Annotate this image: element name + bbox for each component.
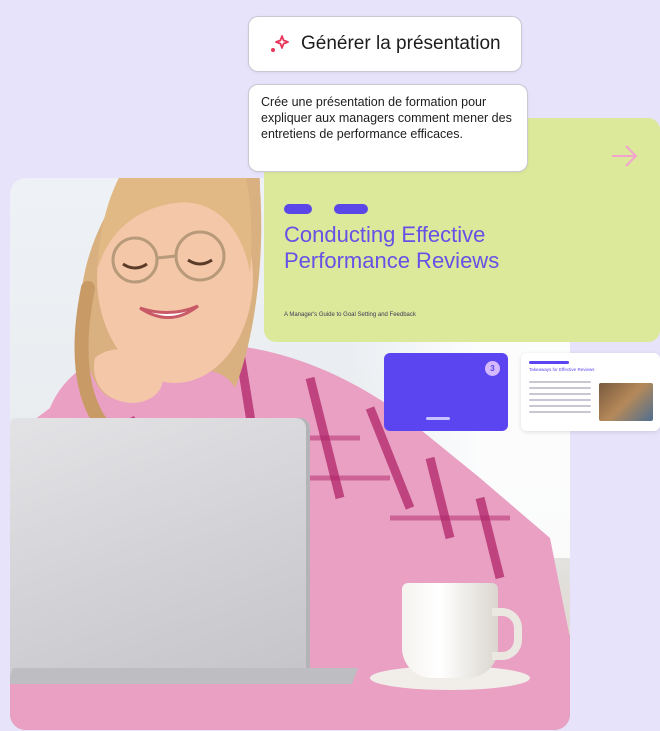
slide-tag	[284, 204, 312, 214]
thumbnail-title: Takeaways for Effective Reviews	[529, 367, 595, 372]
slide-tag	[334, 204, 368, 214]
slide-title: Conducting Effective Performance Reviews	[284, 222, 500, 273]
generate-presentation-button[interactable]: Générer la présentation	[248, 16, 522, 72]
laptop-base	[10, 668, 358, 684]
prompt-text: Crée une présentation de formation pour …	[261, 95, 512, 141]
slide-thumbnail[interactable]: 3	[384, 353, 508, 431]
page-number-badge: 3	[485, 361, 500, 376]
arrow-right-icon	[608, 140, 640, 177]
thumbnail-text-line	[426, 417, 450, 420]
coffee-mug	[402, 583, 498, 678]
mug-handle	[492, 608, 522, 660]
laptop	[10, 418, 310, 678]
slide-thumbnail[interactable]: Takeaways for Effective Reviews	[521, 353, 660, 431]
slide-tags	[284, 204, 368, 214]
slide-subtitle: A Manager's Guide to Goal Setting and Fe…	[284, 312, 416, 318]
thumbnail-accent-bar	[529, 361, 569, 364]
generate-button-label: Générer la présentation	[301, 33, 501, 54]
thumbnail-text-lines	[529, 381, 591, 417]
prompt-box[interactable]: Crée une présentation de formation pour …	[248, 84, 528, 172]
sparkle-icon	[267, 34, 291, 54]
thumbnail-photo	[599, 383, 653, 421]
